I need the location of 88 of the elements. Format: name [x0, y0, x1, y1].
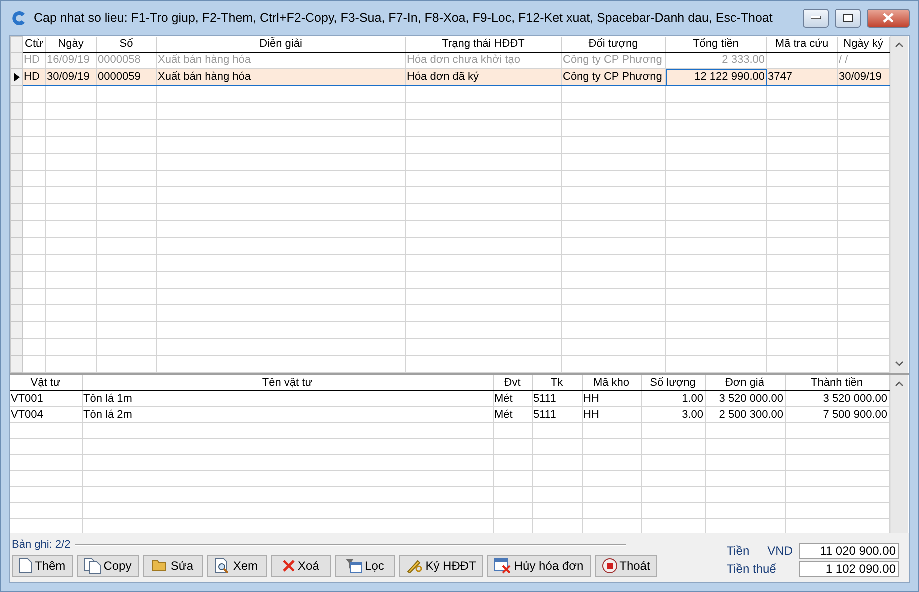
column-header[interactable]: Vật tư: [10, 375, 82, 390]
table-cell: 2 333.00: [666, 52, 766, 69]
table-cell: 3.00: [641, 406, 705, 422]
table-cell: 12 122 990.00: [666, 68, 766, 86]
table-cell: 1.00: [641, 390, 705, 406]
table-cell: Hóa đơn chưa khởi tạo: [406, 52, 562, 69]
edit-button[interactable]: Sửa: [142, 555, 203, 577]
close-icon: [282, 559, 296, 573]
table-cell: Xuất bán hàng hóa: [156, 68, 406, 86]
column-header[interactable]: Diễn giải: [156, 36, 406, 52]
table-cell: 3 520 000.00: [705, 390, 785, 406]
pencil-key-icon: [406, 558, 424, 574]
scroll-up-icon[interactable]: [894, 381, 904, 387]
table-cell: 3 520 000.00: [785, 390, 889, 406]
record-count: Bản ghi: 2/2: [12, 539, 71, 551]
close-icon: [883, 13, 894, 23]
amount-label: Tiền: [726, 544, 750, 558]
cancel-button[interactable]: Hủy hóa đơn: [487, 555, 591, 577]
table-cell: 0000059: [96, 68, 156, 86]
maximize-button[interactable]: [835, 8, 861, 28]
magnifier-icon: [215, 558, 232, 574]
table-cell: [766, 52, 838, 69]
column-header[interactable]: Ngày ký: [838, 36, 890, 52]
document-icon: [19, 558, 33, 574]
row-pointer-icon: [14, 72, 20, 82]
scroll-up-icon[interactable]: [895, 42, 904, 48]
column-header[interactable]: Tổng tiền: [666, 36, 766, 52]
currency-label: VND: [768, 544, 793, 558]
documents-icon: [84, 558, 102, 574]
delete-button[interactable]: Xoá: [270, 555, 331, 577]
table-cell: Tôn lá 2m: [82, 406, 493, 422]
table-cell: Hóa đơn đã ký: [406, 68, 562, 86]
table-cell: Công ty CP Phương: [562, 52, 666, 69]
table-cell: 0000058: [96, 52, 156, 69]
column-header[interactable]: Mã tra cứu: [766, 36, 838, 52]
exit-button[interactable]: Thoát: [594, 555, 658, 577]
table-cell: Xuất bán hàng hóa: [156, 52, 406, 69]
column-header[interactable]: Trạng thái HĐĐT: [406, 36, 562, 52]
table-cell: VT001: [10, 390, 82, 406]
window-title: Cap nhat so lieu: F1-Tro giup, F2-Them, Ctrl+F2-Copy, F3-Sua, F7-In, F8-Xoa, F9-Loc, F12-Ket xuat, Spacebar-Danh dau, Esc-Thoat: [34, 11, 774, 25]
table-cell: 7 500 900.00: [785, 406, 889, 422]
table-cell: HD: [22, 52, 46, 69]
view-button[interactable]: Xem: [206, 555, 267, 577]
column-header[interactable]: Thành tiền: [785, 375, 889, 390]
scroll-down-icon[interactable]: [895, 361, 904, 367]
table-cell: VT004: [10, 406, 82, 422]
column-header[interactable]: Số lượng: [641, 375, 705, 390]
table-cell: 3747: [766, 68, 838, 86]
table-cell: 30/09/19: [838, 68, 890, 86]
tax-label: Tiền thuế: [726, 562, 778, 576]
table-cell: HH: [582, 390, 641, 406]
table-cell: 30/09/19: [46, 68, 96, 86]
column-header[interactable]: Tên vật tư: [82, 375, 493, 390]
close-button[interactable]: [867, 8, 910, 28]
table-cell: Tôn lá 1m: [82, 390, 493, 406]
tax-field[interactable]: 1 102 090.00: [799, 560, 899, 576]
column-header[interactable]: Đvt: [493, 375, 532, 390]
table-cell: HH: [582, 406, 641, 422]
list-delete-icon: [494, 558, 512, 574]
folder-icon: [152, 560, 169, 572]
minimize-button[interactable]: [803, 8, 829, 28]
column-header[interactable]: Ngày: [46, 36, 96, 52]
table-cell: Công ty CP Phương: [562, 68, 666, 86]
maximize-icon: [843, 14, 853, 22]
table-cell: 16/09/19: [46, 52, 96, 69]
table-cell: 5111: [532, 406, 582, 422]
scrollbar[interactable]: [890, 375, 908, 533]
copy-button[interactable]: Copy: [76, 555, 139, 577]
column-header[interactable]: Đối tượng: [562, 36, 666, 52]
scrollbar[interactable]: [890, 36, 908, 373]
column-header[interactable]: Tk: [532, 375, 582, 390]
column-header[interactable]: Số: [96, 36, 156, 52]
filter-button[interactable]: Lọc: [334, 555, 395, 577]
table-cell: 5111: [532, 390, 582, 406]
table-cell: / /: [838, 52, 890, 69]
stop-icon: [602, 558, 618, 574]
table-cell: 2 500 300.00: [705, 406, 785, 422]
table-cell: Mét: [493, 406, 532, 422]
amount-field[interactable]: 11 020 900.00: [799, 542, 899, 558]
sign-button[interactable]: Ký HĐĐT: [398, 555, 484, 577]
column-header[interactable]: Ctừ: [22, 36, 46, 52]
add-button[interactable]: Thêm: [12, 555, 73, 577]
table-cell: Mét: [493, 390, 532, 406]
column-header[interactable]: Đơn giá: [705, 375, 785, 390]
column-header[interactable]: Mã kho: [582, 375, 641, 390]
table-cell: HD: [22, 68, 46, 86]
filter-icon: [345, 558, 364, 574]
minimize-icon: [811, 16, 821, 20]
